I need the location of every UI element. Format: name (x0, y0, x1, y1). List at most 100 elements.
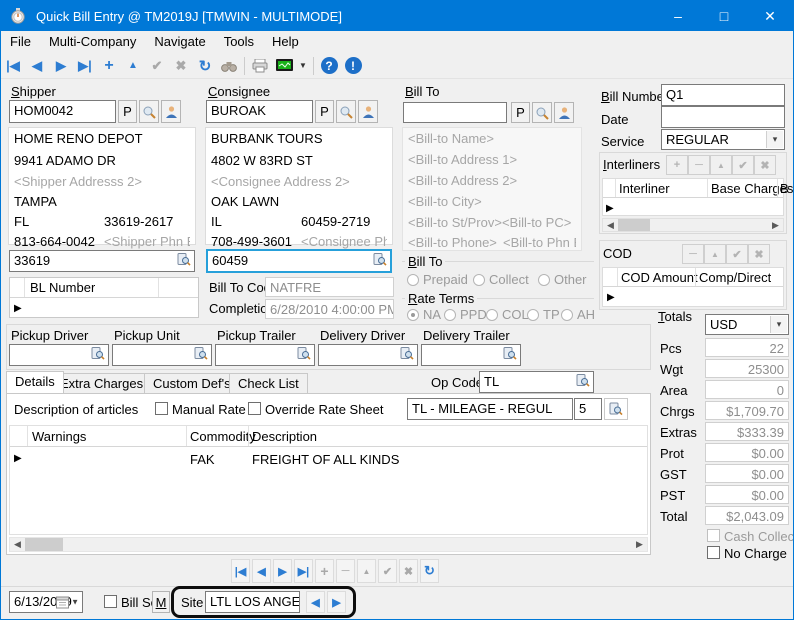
nav-insert-icon[interactable]: + (315, 559, 334, 583)
bill-number-input[interactable]: Q1 (661, 84, 785, 106)
shipper-search-icon[interactable] (139, 100, 159, 123)
tab-details[interactable]: Details (6, 371, 64, 393)
tab-custom-defs[interactable]: Custom Def's (144, 373, 240, 393)
nav-first-icon[interactable]: |◀ (231, 559, 250, 583)
shipper-customer-icon[interactable] (161, 100, 181, 123)
service-combo[interactable]: REGULAR ▾ (661, 129, 785, 150)
edit-record-icon[interactable]: ▲ (121, 55, 145, 77)
shipper-code-input[interactable]: HOM0042 (9, 100, 116, 123)
menu-multi-company[interactable]: Multi-Company (40, 32, 145, 51)
prior-record-icon[interactable]: ◀ (25, 55, 49, 77)
billto-p-button[interactable]: P (511, 102, 530, 123)
scroll-right-icon[interactable]: ▶ (768, 219, 783, 231)
tab-extra-charges[interactable]: Extra Charges (51, 373, 152, 393)
billto-code-input[interactable] (403, 102, 507, 123)
no-charge-checkbox[interactable] (707, 546, 720, 559)
radio-col[interactable]: COL (486, 307, 529, 322)
radio-prepaid[interactable]: Prepaid (407, 272, 468, 287)
nav-refresh-icon[interactable]: ↻ (420, 559, 439, 583)
interliners-grid[interactable]: Interliner Base Charges B ▶ (602, 178, 784, 216)
chevron-down-icon[interactable]: ▼ (71, 598, 79, 607)
lookup-icon[interactable] (194, 347, 208, 364)
pickup-trailer-input[interactable] (215, 344, 315, 366)
pickup-unit-input[interactable] (112, 344, 212, 366)
pickup-driver-input[interactable] (9, 344, 109, 366)
maximize-button[interactable]: □ (701, 1, 747, 31)
nav-edit-icon[interactable]: ▲ (357, 559, 376, 583)
billto-customer-icon[interactable] (554, 102, 574, 123)
consignee-search-icon[interactable] (336, 100, 356, 123)
nav-delete-icon[interactable]: ─ (336, 559, 355, 583)
consignee-zone-input[interactable]: 60459 (206, 249, 392, 273)
shipper-p-button[interactable]: P (118, 100, 137, 123)
about-icon[interactable]: ! (341, 55, 365, 77)
consignee-customer-icon[interactable] (358, 100, 378, 123)
rate-qty-input[interactable]: 5 (574, 398, 602, 420)
menu-help[interactable]: Help (263, 32, 308, 51)
cod-post-icon[interactable]: ✔ (726, 244, 748, 264)
override-rate-sheet-checkbox[interactable] (248, 402, 261, 415)
lookup-icon[interactable] (400, 347, 414, 364)
date-input[interactable] (661, 106, 785, 128)
bl-number-grid[interactable]: BL Number ▶ (9, 277, 199, 318)
shipper-zone-lookup-icon[interactable] (177, 253, 191, 270)
rate-lookup-icon[interactable] (604, 398, 628, 420)
billto-search-icon[interactable] (532, 102, 552, 123)
shipper-zone-input[interactable]: 33619 (9, 250, 195, 272)
radio-ppd[interactable]: PPD (444, 307, 487, 322)
menu-tools[interactable]: Tools (215, 32, 263, 51)
radio-other[interactable]: Other (538, 272, 587, 287)
menu-navigate[interactable]: Navigate (145, 32, 214, 51)
lookup-icon[interactable] (91, 347, 105, 364)
tab-check-list[interactable]: Check List (229, 373, 308, 393)
radio-ah[interactable]: AH (561, 307, 595, 322)
op-code-input[interactable]: TL (479, 371, 594, 393)
interliner-cancel-icon[interactable]: ✖ (754, 155, 776, 175)
last-record-icon[interactable]: ▶| (73, 55, 97, 77)
lookup-icon[interactable] (297, 347, 311, 364)
consignee-code-input[interactable]: BUROAK (206, 100, 313, 123)
scroll-left-icon[interactable]: ◀ (10, 538, 25, 551)
interliners-hscrollbar[interactable]: ◀ ▶ (602, 218, 784, 232)
interliner-delete-icon[interactable]: ─ (688, 155, 710, 175)
radio-collect[interactable]: Collect (473, 272, 529, 287)
cancel-edit-icon[interactable]: ✖ (169, 55, 193, 77)
consignee-zone-lookup-icon[interactable] (373, 253, 387, 270)
minimize-button[interactable]: – (655, 1, 701, 31)
close-button[interactable]: ✕ (747, 1, 793, 31)
print-icon[interactable] (248, 55, 272, 77)
delivery-trailer-input[interactable] (421, 344, 521, 366)
m-button[interactable]: M (152, 591, 170, 613)
footer-date-picker[interactable]: 6/13/2019 ▼ (9, 591, 83, 613)
chevron-down-icon[interactable]: ▾ (766, 131, 783, 148)
find-binoculars-icon[interactable] (217, 55, 241, 77)
currency-combo[interactable]: USD ▾ (705, 314, 789, 335)
calendar-icon[interactable]: ▼ (56, 596, 79, 609)
monitor-icon[interactable] (272, 55, 296, 77)
interliner-edit-icon[interactable]: ▲ (710, 155, 732, 175)
cod-edit-icon[interactable]: ▲ (704, 244, 726, 264)
cod-delete-icon[interactable]: ─ (682, 244, 704, 264)
nav-prior-icon[interactable]: ◀ (252, 559, 271, 583)
chevron-down-icon[interactable]: ▾ (770, 316, 787, 333)
manual-rate-checkbox[interactable] (155, 402, 168, 415)
nav-cancel-icon[interactable]: ✖ (399, 559, 418, 583)
menu-file[interactable]: File (1, 32, 40, 51)
articles-grid[interactable]: Warnings Commodity Description ▶ FAK FRE… (9, 425, 648, 535)
nav-next-icon[interactable]: ▶ (273, 559, 292, 583)
refresh-icon[interactable]: ↻ (193, 55, 217, 77)
interliner-add-icon[interactable]: + (666, 155, 688, 175)
scroll-left-icon[interactable]: ◀ (603, 219, 618, 231)
radio-tp[interactable]: TP (527, 307, 560, 322)
help-icon[interactable]: ? (317, 55, 341, 77)
cash-collect-checkbox[interactable] (707, 529, 720, 542)
first-record-icon[interactable]: |◀ (1, 55, 25, 77)
monitor-dropdown-icon[interactable]: ▼ (296, 55, 310, 77)
delivery-driver-input[interactable] (318, 344, 418, 366)
op-code-lookup-icon[interactable] (576, 374, 590, 391)
rate-code-input[interactable]: TL - MILEAGE - REGUL (407, 398, 573, 420)
consignee-p-button[interactable]: P (315, 100, 334, 123)
nav-last-icon[interactable]: ▶| (294, 559, 313, 583)
post-edit-icon[interactable]: ✔ (145, 55, 169, 77)
cod-cancel-icon[interactable]: ✖ (748, 244, 770, 264)
